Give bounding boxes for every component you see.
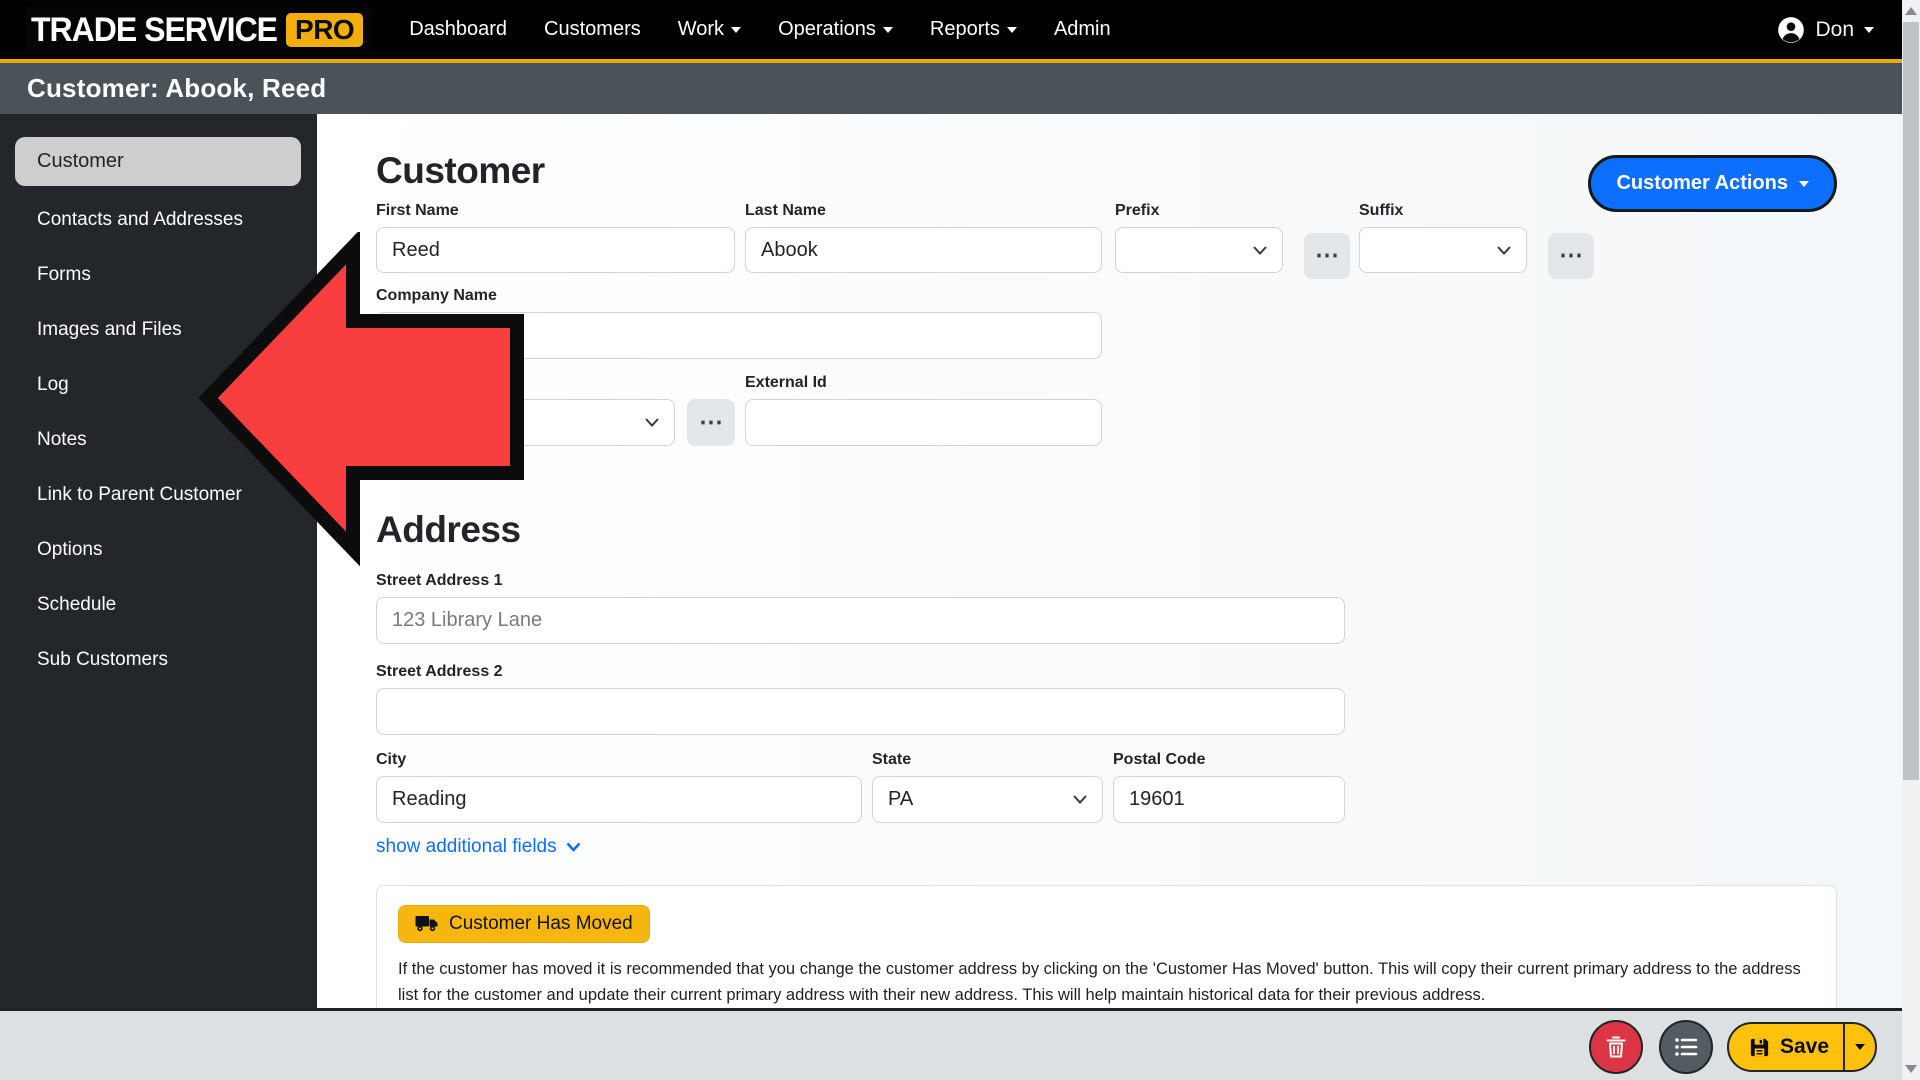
suffix-more-button[interactable]: ⋯ — [1548, 233, 1594, 279]
sidebar-item-log[interactable]: Log — [0, 357, 317, 412]
show-additional-fields-link[interactable]: show additional fields — [376, 836, 581, 858]
postal-code-field-group: Postal Code — [1113, 751, 1345, 823]
customer-has-moved-panel: Customer Has Moved If the customer has m… — [376, 885, 1837, 1008]
save-split-button: Save — [1727, 1022, 1877, 1072]
city-field-group: City — [376, 751, 862, 823]
customer-type-select[interactable] — [376, 399, 675, 446]
street-address-2-label: Street Address 2 — [376, 663, 503, 680]
nav-menu: Dashboard Customers Work Operations Repo… — [409, 18, 1110, 41]
sidebar-item-sub-customers[interactable]: Sub Customers — [0, 632, 317, 687]
customer-has-moved-description: If the customer has moved it is recommen… — [398, 960, 1801, 1004]
nav-item-dashboard[interactable]: Dashboard — [409, 18, 507, 41]
person-circle-icon — [1778, 16, 1805, 43]
suffix-field-group: Suffix — [1359, 202, 1527, 273]
list-icon — [1675, 1038, 1698, 1056]
customer-type-field-group — [376, 399, 675, 446]
state-field-group: State PA — [872, 751, 1103, 823]
customer-has-moved-button[interactable]: Customer Has Moved — [398, 905, 650, 943]
save-dropdown-toggle[interactable] — [1845, 1024, 1875, 1070]
sidebar-item-contacts-and-addresses[interactable]: Contacts and Addresses — [0, 192, 317, 247]
sidebar-item-link-to-parent-customer[interactable]: Link to Parent Customer — [0, 467, 317, 522]
last-name-label: Last Name — [745, 202, 826, 219]
trash-icon — [1606, 1036, 1626, 1058]
first-name-input[interactable] — [376, 227, 735, 273]
chevron-down-icon — [1253, 245, 1267, 255]
first-name-field-group: First Name — [376, 202, 735, 273]
user-name: Don — [1815, 17, 1854, 41]
brand-pro-badge: PRO — [286, 12, 364, 47]
state-label: State — [872, 751, 912, 768]
state-select[interactable]: PA — [872, 776, 1103, 823]
caret-down-icon — [731, 26, 742, 33]
street-address-2-field-group: Street Address 2 — [376, 663, 1345, 735]
truck-icon — [415, 915, 438, 931]
first-name-label: First Name — [376, 202, 459, 219]
chevron-down-icon — [1497, 245, 1511, 255]
prefix-select[interactable] — [1115, 227, 1283, 273]
sidebar-item-images-and-files[interactable]: Images and Files — [0, 302, 317, 357]
customer-section-title: Customer — [376, 150, 545, 191]
last-name-input[interactable] — [745, 227, 1102, 273]
caret-down-icon — [1854, 1044, 1865, 1050]
scrollbar-up-arrow-icon[interactable] — [1905, 7, 1917, 15]
list-button[interactable] — [1659, 1020, 1713, 1074]
sidebar-nav: Customer Contacts and Addresses Forms Im… — [0, 114, 317, 1008]
page-title: Customer: Abook, Reed — [27, 73, 327, 103]
external-id-input[interactable] — [745, 399, 1102, 446]
city-input[interactable] — [376, 776, 862, 823]
nav-item-customers[interactable]: Customers — [544, 18, 641, 41]
chevron-down-icon — [566, 842, 581, 852]
app-window: TRADE SERVICE PRO Dashboard Customers Wo… — [0, 0, 1920, 1080]
top-navbar: TRADE SERVICE PRO Dashboard Customers Wo… — [0, 0, 1902, 59]
scrollbar-down-arrow-icon[interactable] — [1905, 1065, 1917, 1073]
caret-down-icon — [1006, 26, 1017, 33]
save-button[interactable]: Save — [1729, 1024, 1843, 1070]
nav-item-operations[interactable]: Operations — [778, 18, 893, 41]
caret-down-icon — [1799, 180, 1809, 187]
user-menu[interactable]: Don — [1777, 16, 1874, 44]
company-name-label: Company Name — [376, 287, 497, 304]
sidebar-item-options[interactable]: Options — [0, 522, 317, 577]
address-section-title: Address — [376, 509, 521, 550]
postal-code-input[interactable] — [1113, 776, 1345, 823]
chevron-down-icon — [1073, 795, 1087, 804]
caret-down-icon — [882, 26, 893, 33]
city-label: City — [376, 751, 407, 768]
save-icon — [1750, 1038, 1769, 1056]
bottom-action-bar: Save — [0, 1008, 1902, 1080]
page-scrollbar[interactable] — [1902, 0, 1920, 1080]
company-name-field-group: Company Name — [376, 287, 1102, 359]
prefix-more-button[interactable]: ⋯ — [1304, 233, 1350, 279]
sidebar-item-notes[interactable]: Notes — [0, 412, 317, 467]
nav-item-work[interactable]: Work — [678, 18, 742, 41]
customer-type-more-button[interactable]: ⋯ — [687, 399, 735, 446]
prefix-field-group: Prefix — [1115, 202, 1283, 273]
customer-actions-button[interactable]: Customer Actions — [1588, 155, 1837, 212]
nav-item-admin[interactable]: Admin — [1054, 18, 1111, 41]
street-address-1-label: Street Address 1 — [376, 572, 503, 589]
prefix-label: Prefix — [1115, 202, 1160, 219]
nav-item-reports[interactable]: Reports — [930, 18, 1017, 41]
external-id-label: External Id — [745, 374, 827, 391]
last-name-field-group: Last Name — [745, 202, 1102, 273]
scrollbar-thumb[interactable] — [1903, 22, 1919, 780]
sidebar-item-customer[interactable]: Customer — [15, 137, 301, 186]
street-address-1-field-group: Street Address 1 — [376, 572, 1345, 644]
sidebar-item-forms[interactable]: Forms — [0, 247, 317, 302]
caret-down-icon — [1864, 26, 1874, 33]
page-header: Customer: Abook, Reed — [0, 63, 1902, 114]
delete-button[interactable] — [1589, 1020, 1643, 1074]
brand-name: TRADE SERVICE — [31, 9, 278, 49]
street-address-1-input[interactable] — [376, 597, 1345, 644]
main-content: Customer Customer Actions First Name Las… — [317, 114, 1902, 1008]
sidebar-item-schedule[interactable]: Schedule — [0, 577, 317, 632]
street-address-2-input[interactable] — [376, 688, 1345, 735]
company-name-input[interactable] — [376, 312, 1102, 359]
suffix-label: Suffix — [1359, 202, 1404, 219]
chevron-down-icon — [645, 418, 659, 427]
brand-logo[interactable]: TRADE SERVICE PRO — [25, 7, 374, 52]
postal-code-label: Postal Code — [1113, 751, 1206, 768]
external-id-field-group: External Id — [745, 374, 1102, 446]
suffix-select[interactable] — [1359, 227, 1527, 273]
